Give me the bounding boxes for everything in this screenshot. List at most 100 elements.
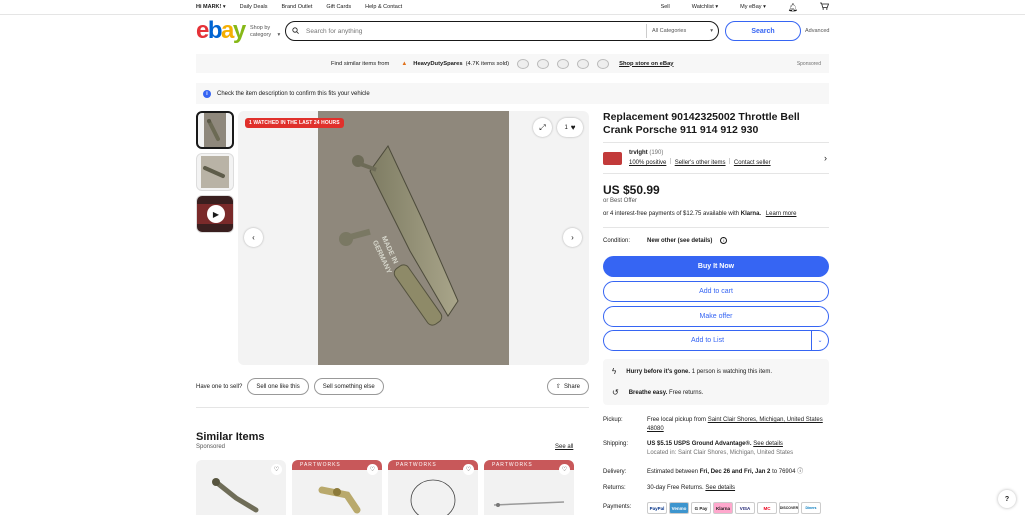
visa-logo: VISA — [735, 502, 755, 514]
mastercard-logo: MC — [757, 502, 777, 514]
video-thumbnail[interactable]: ▶ — [196, 195, 234, 233]
delivery-row: Delivery: Estimated between Fri, Dec 26 … — [603, 469, 804, 475]
returns-row: Returns: 30-day Free Returns. See detail… — [603, 485, 736, 491]
bell-icon[interactable]: 🔔︎ — [788, 3, 798, 12]
sell-something-else-button[interactable]: Sell something else — [313, 378, 384, 395]
heart-icon[interactable]: ♡ — [367, 464, 378, 475]
similar-items-title: Similar Items — [196, 431, 265, 443]
add-to-list-button[interactable]: Add to List — [603, 330, 812, 351]
shop-by-category[interactable]: Shop by category ▾ — [250, 25, 280, 39]
search-button[interactable]: Search — [725, 21, 801, 41]
add-to-list-group: Add to List ⌄ — [603, 330, 829, 351]
sell-one-like-this-button[interactable]: Sell one like this — [247, 378, 309, 395]
play-icon: ▶ — [207, 205, 225, 223]
banner-thumb[interactable] — [557, 58, 570, 69]
chevron-right-icon: › — [824, 153, 827, 163]
similar-item-card[interactable]: PARTWORKS ♡ — [292, 460, 382, 515]
pickup-row: Pickup: Free local pickup from Saint Cla… — [603, 417, 823, 432]
product-photo: MADE IN GERMANY — [318, 111, 509, 365]
info-icon: i — [203, 89, 211, 98]
contact-seller-link[interactable]: Contact seller — [734, 160, 771, 166]
paypal-logo: PayPal — [647, 502, 667, 514]
buy-it-now-button[interactable]: Buy It Now — [603, 256, 829, 277]
diners-logo: Diners — [801, 502, 821, 514]
condition-value: New other (see details) — [647, 237, 713, 244]
chevron-left-icon: ‹ — [252, 233, 255, 242]
sell-row: Have one to sell? Sell one like this Sel… — [196, 378, 589, 395]
klarna-logo: Klarna — [713, 502, 733, 514]
watchlist-link[interactable]: Watchlist ▾ — [692, 4, 718, 10]
advanced-search-link[interactable]: Advanced — [805, 28, 829, 34]
prev-image-button[interactable]: ‹ — [244, 228, 263, 247]
expand-icon[interactable]: ⤢ — [533, 118, 552, 137]
daily-deals-link[interactable]: Daily Deals — [240, 4, 268, 10]
similar-item-card[interactable]: ♡ — [196, 460, 286, 515]
divider — [603, 227, 829, 228]
similar-sponsored: Sponsored — [196, 444, 226, 450]
help-contact-link[interactable]: Help & Contact — [365, 4, 402, 10]
banner-text: Find similar items from — [331, 60, 390, 67]
store-banner: Find similar items from ▲ HeavyDutySpare… — [196, 54, 829, 73]
similar-item-card[interactable]: PARTWORKS ♡ — [484, 460, 574, 515]
add-to-cart-button[interactable]: Add to cart — [603, 281, 829, 302]
sell-link[interactable]: Sell — [661, 4, 670, 10]
chevron-down-icon: ▾ — [710, 28, 713, 34]
divider — [196, 407, 589, 408]
make-offer-button[interactable]: Make offer — [603, 306, 829, 327]
info-icon[interactable]: ⓘ — [797, 469, 803, 475]
search-input[interactable] — [306, 27, 646, 35]
similar-item-card[interactable]: PARTWORKS ♡ — [388, 460, 478, 515]
heart-icon[interactable]: ♡ — [271, 464, 282, 475]
shipping-row: Shipping: US $5.15 USPS Ground Advantage… — [603, 441, 794, 456]
thumbnail[interactable] — [196, 111, 234, 149]
watch-button[interactable]: 1 ♥ — [557, 118, 583, 137]
help-button[interactable]: ? — [998, 490, 1016, 508]
brand-outlet-link[interactable]: Brand Outlet — [281, 4, 312, 10]
share-button[interactable]: ⇧ Share — [546, 378, 589, 395]
shipping-details-link[interactable]: See details — [753, 441, 783, 447]
condition-label: Condition: — [603, 237, 631, 244]
lightning-icon: ϟ — [612, 367, 617, 376]
venmo-logo: Venmo — [669, 502, 689, 514]
positive-feedback-link[interactable]: 100% positive — [629, 160, 666, 166]
heart-icon[interactable]: ♡ — [559, 464, 570, 475]
gift-cards-link[interactable]: Gift Cards — [326, 4, 351, 10]
klarna-info: or 4 interest-free payments of $12.75 av… — [603, 211, 797, 217]
chevron-down-icon: ⌄ — [817, 338, 823, 344]
banner-seller[interactable]: HeavyDutySpares — [413, 61, 462, 67]
learn-more-link[interactable]: Learn more — [766, 211, 797, 217]
thumbnail[interactable] — [196, 153, 234, 191]
category-select[interactable]: All Categories ▾ — [646, 24, 718, 38]
seller-other-items-link[interactable]: Seller's other items — [675, 160, 726, 166]
see-all-link[interactable]: See all — [555, 444, 573, 450]
thumbnail-list: ▶ — [196, 111, 236, 237]
info-icon[interactable]: i — [720, 237, 728, 244]
top-nav: Hi MARK! ▾ Daily Deals Brand Outlet Gift… — [196, 0, 830, 14]
returns-details-link[interactable]: See details — [705, 485, 735, 491]
add-to-list-dropdown[interactable]: ⌄ — [812, 330, 829, 351]
my-ebay-link[interactable]: My eBay ▾ — [740, 4, 766, 10]
banner-thumb[interactable] — [517, 58, 530, 69]
seller-name[interactable]: trvlght — [629, 150, 648, 156]
banner-thumb[interactable] — [537, 58, 550, 69]
heart-icon[interactable]: ♡ — [463, 464, 474, 475]
greeting[interactable]: Hi MARK! ▾ — [196, 4, 226, 10]
banner-items-sold: (4.7K items sold) — [465, 60, 510, 67]
return-icon: ↺ — [612, 388, 619, 397]
shop-store-link[interactable]: Shop store on eBay — [619, 61, 673, 67]
main-image[interactable]: MADE IN GERMANY — [238, 111, 589, 365]
next-image-button[interactable]: › — [563, 228, 582, 247]
ebay-logo[interactable]: ebay — [196, 17, 246, 45]
seller-logo-icon: ▲ — [401, 60, 408, 67]
payment-methods: PayPal Venmo G Pay Klarna VISA MC DISCOV… — [647, 502, 821, 514]
seller-score: (190) — [649, 150, 664, 156]
watch-count: 1 — [564, 124, 568, 131]
watched-badge: 1 WATCHED IN THE LAST 24 HOURS — [245, 118, 344, 128]
banner-thumb[interactable] — [577, 58, 590, 69]
listing-title: Replacement 90142325002 Throttle Bell Cr… — [603, 111, 800, 136]
seller-info[interactable]: trvlght (190) 100% positive Seller's oth… — [603, 142, 829, 174]
banner-thumb[interactable] — [597, 58, 610, 69]
sponsored-label: Sponsored — [796, 60, 821, 67]
cart-icon[interactable] — [820, 2, 830, 12]
search-bar: All Categories▾ — [285, 21, 719, 41]
